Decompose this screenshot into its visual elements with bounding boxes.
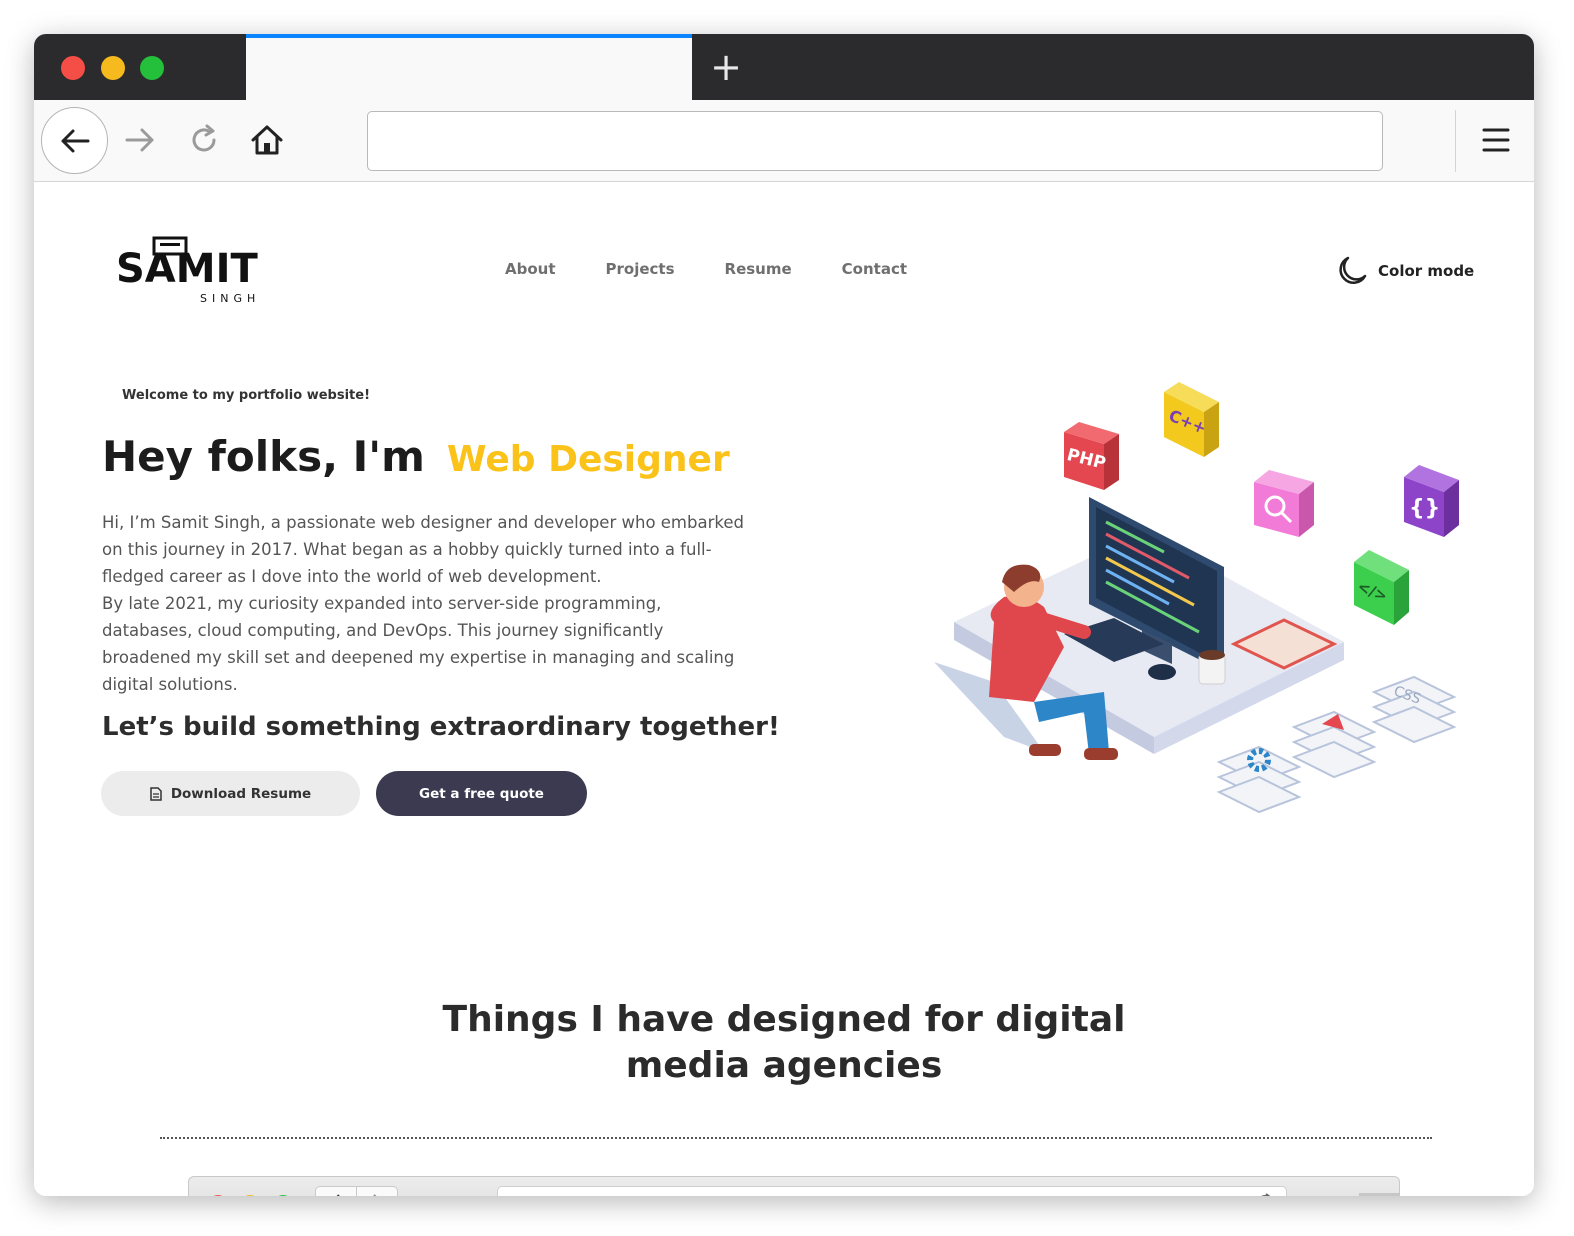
menu-button[interactable] <box>1474 118 1518 162</box>
hero-title-prefix: Hey folks, I'm <box>102 432 425 481</box>
home-button[interactable] <box>245 118 289 162</box>
mock-minimize-dot <box>241 1195 259 1196</box>
logo-subtitle: SINGH <box>200 292 261 305</box>
hero-title: Hey folks, I'm Web Designer <box>102 432 730 481</box>
nav-contact[interactable]: Contact <box>842 260 907 278</box>
braces-label: {} <box>1409 496 1440 521</box>
logo-wordmark: SAMIT <box>116 246 258 292</box>
forward-button[interactable] <box>118 118 162 162</box>
mock-browser-frame: + <box>188 1176 1400 1196</box>
css-stack: CSS <box>1371 675 1457 744</box>
title-bar: + <box>34 34 1534 100</box>
php-block: PHP <box>1064 422 1119 490</box>
paragraph-line: Hi, I’m Samit Singh, a passionate web de… <box>102 513 744 532</box>
paragraph-line: broadened my skill set and deepened my e… <box>102 648 735 667</box>
back-arrow-icon <box>61 129 89 152</box>
nav-resume[interactable]: Resume <box>725 260 792 278</box>
paragraph-line: digital solutions. <box>102 675 238 694</box>
download-resume-button[interactable]: Download Resume <box>101 771 360 816</box>
reload-button[interactable] <box>182 118 226 162</box>
mock-maximize-dot <box>274 1195 292 1196</box>
color-mode-toggle[interactable]: Color mode <box>1334 254 1474 288</box>
forward-arrow-icon <box>125 128 154 152</box>
coffee-mug <box>1198 650 1226 685</box>
mock-forward-button <box>356 1186 398 1196</box>
close-window-button[interactable] <box>61 56 85 80</box>
browser-toolbar <box>34 100 1534 182</box>
toolbar-separator <box>1455 110 1456 172</box>
chevron-right-icon <box>373 1194 377 1196</box>
paragraph-line: By late 2021, my curiosity expanded into… <box>102 594 662 613</box>
section-title-line: media agencies <box>625 1045 943 1086</box>
developer-illustration: PHP C++ {} </> CSS <box>934 382 1459 814</box>
hero-title-role: Web Designer <box>446 439 730 480</box>
reload-icon <box>192 124 216 152</box>
hamburger-menu-icon <box>1482 128 1510 152</box>
maximize-window-button[interactable] <box>140 56 164 80</box>
home-icon <box>251 125 283 155</box>
document-icon <box>150 786 162 801</box>
page-content: SAMIT SINGH About Projects Resume Contac… <box>34 182 1534 1196</box>
section-title-line: Things I have designed for digital <box>442 999 1126 1040</box>
paragraph-line: on this journey in 2017. What began as a… <box>102 540 712 559</box>
get-quote-button[interactable]: Get a free quote <box>376 771 587 816</box>
minimize-window-button[interactable] <box>101 56 125 80</box>
mouse <box>1148 664 1176 680</box>
color-mode-label: Color mode <box>1378 262 1475 280</box>
moon-icon <box>1339 256 1367 284</box>
section-divider <box>160 1137 1432 1139</box>
welcome-text: Welcome to my portfolio website! <box>122 388 370 403</box>
nav-projects[interactable]: Projects <box>606 260 675 278</box>
braces-block: {} <box>1404 465 1459 537</box>
browser-window: + SAMIT SINGH About Projects Resume Cont… <box>34 34 1534 1196</box>
back-button[interactable] <box>41 107 108 174</box>
mock-new-tab-button: + <box>1359 1193 1399 1196</box>
url-bar[interactable] <box>367 111 1383 171</box>
download-resume-label: Download Resume <box>170 785 312 802</box>
play-stack <box>1291 710 1377 779</box>
cpp-block: C++ <box>1164 382 1219 457</box>
nav-about[interactable]: About <box>505 260 556 278</box>
site-logo[interactable]: SAMIT SINGH <box>116 236 276 305</box>
section-title: Things I have designed for digital media… <box>334 997 1234 1089</box>
paragraph-line: fledged career as I dove into the world … <box>102 567 602 586</box>
code-block: </> <box>1354 550 1409 625</box>
search-block <box>1254 470 1314 537</box>
active-tab[interactable] <box>246 34 692 100</box>
new-tab-button[interactable]: + <box>710 48 742 86</box>
gear-stack <box>1216 745 1302 814</box>
mock-reload-icon <box>1261 1193 1271 1196</box>
chevron-left-icon <box>336 1194 340 1196</box>
main-nav: About Projects Resume Contact <box>505 260 957 278</box>
paragraph-line: databases, cloud computing, and DevOps. … <box>102 621 664 640</box>
mock-back-button <box>315 1186 357 1196</box>
mock-url-bar <box>497 1186 1287 1196</box>
hero-paragraph: Hi, I’m Samit Singh, a passionate web de… <box>102 509 902 698</box>
cta-heading: Let’s build something extraordinary toge… <box>102 712 780 742</box>
mock-close-dot <box>209 1195 227 1196</box>
